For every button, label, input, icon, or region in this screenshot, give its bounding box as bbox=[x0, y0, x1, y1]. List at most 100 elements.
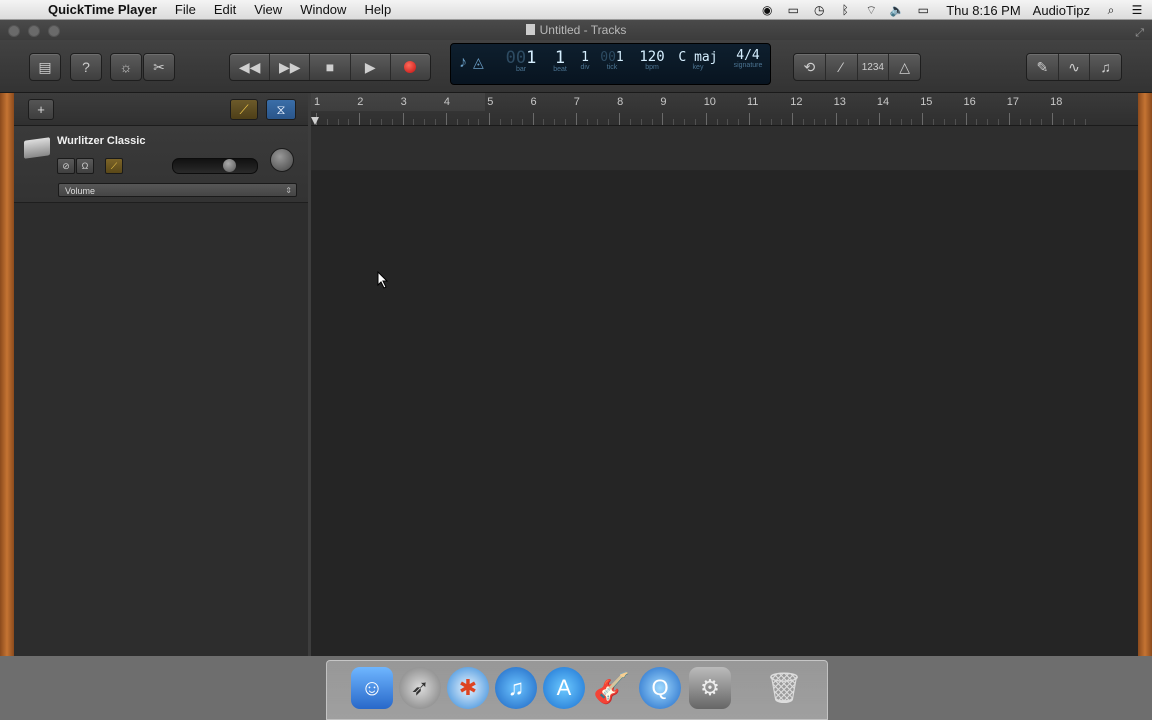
minimize-button[interactable] bbox=[28, 25, 40, 37]
menu-view[interactable]: View bbox=[254, 2, 282, 17]
ruler-tick bbox=[326, 119, 328, 125]
tuner-icon: ◬ bbox=[473, 54, 484, 70]
flex-toggle-button[interactable]: ⧖ bbox=[266, 99, 296, 120]
garageband-icon[interactable]: 🎸 bbox=[591, 667, 633, 709]
control-bar: ▤ ? ☼ ✂ ◀◀ ▶▶ ■ ▶ ♪ ◬ 001 bar 1 beat 1 div … bbox=[0, 40, 1152, 93]
track-automation-icon: ⟋ bbox=[110, 160, 118, 171]
itunes-icon[interactable]: ♫ bbox=[495, 667, 537, 709]
document-icon bbox=[525, 24, 535, 35]
smart-controls-button[interactable]: ☼ bbox=[110, 53, 142, 81]
finder-icon[interactable]: ☺ bbox=[351, 667, 393, 709]
airplay-icon[interactable]: ▭ bbox=[782, 0, 804, 20]
title-bar: Untitled - Tracks ⤢ bbox=[0, 20, 1152, 40]
spotlight-icon[interactable]: ⌕ bbox=[1100, 0, 1122, 20]
safari-icon[interactable]: ✱ bbox=[447, 667, 489, 709]
add-track-button[interactable]: + bbox=[28, 99, 54, 120]
time-machine-icon[interactable]: ◷ bbox=[808, 0, 830, 20]
garageband-window: Untitled - Tracks ⤢ ▤ ? ☼ ✂ ◀◀ ▶▶ ■ ▶ ♪ … bbox=[0, 20, 1152, 656]
bar-number: 13 bbox=[833, 96, 846, 108]
playhead-marker[interactable] bbox=[311, 117, 319, 125]
media-browser-button[interactable]: ♫ bbox=[1090, 54, 1121, 80]
ruler-tick bbox=[1084, 119, 1086, 125]
ruler-tick bbox=[348, 119, 350, 125]
fast-forward-button[interactable]: ▶▶ bbox=[270, 54, 311, 80]
empty-track-area[interactable] bbox=[311, 171, 1138, 656]
app-store-icon[interactable]: A bbox=[543, 667, 585, 709]
stop-button[interactable]: ■ bbox=[310, 54, 351, 80]
mute-button[interactable]: ⊘ bbox=[57, 158, 75, 174]
ruler-tick bbox=[1052, 113, 1054, 125]
volume-icon[interactable]: 🔈 bbox=[886, 0, 908, 20]
track-header[interactable]: Wurlitzer Classic ⊘ Ω ⟋ Volume ⇕ bbox=[14, 126, 308, 203]
metronome-button[interactable]: △ bbox=[889, 54, 920, 80]
count-in-button[interactable]: 1234 bbox=[858, 54, 890, 80]
ruler-tick bbox=[846, 119, 848, 125]
ruler-tick bbox=[1019, 119, 1021, 125]
lcd-tick: 001 tick bbox=[600, 50, 624, 71]
loop-browser-button[interactable]: ∿ bbox=[1059, 54, 1091, 80]
record-button[interactable] bbox=[391, 54, 430, 80]
loop-icon: ∿ bbox=[1068, 58, 1080, 75]
bar-number: 8 bbox=[617, 96, 624, 108]
solo-button[interactable]: Ω bbox=[76, 158, 94, 174]
system-preferences-icon[interactable]: ⚙ bbox=[689, 667, 731, 709]
electric-piano-icon bbox=[24, 137, 50, 159]
track-name[interactable]: Wurlitzer Classic bbox=[57, 135, 145, 147]
automation-parameter-select[interactable]: Volume ⇕ bbox=[58, 183, 297, 197]
app-menu: QuickTime Player File Edit View Window H… bbox=[48, 2, 409, 17]
window-controls bbox=[8, 25, 60, 37]
ruler-tick bbox=[727, 119, 729, 125]
launchpad-icon[interactable]: ➶ bbox=[399, 667, 441, 709]
library-button[interactable]: ▤ bbox=[29, 53, 61, 81]
quick-help-button[interactable]: ? bbox=[70, 53, 102, 81]
ruler-tick bbox=[900, 119, 902, 125]
track-automation-button[interactable]: ⟋ bbox=[105, 158, 123, 174]
wood-side-right bbox=[1138, 93, 1152, 656]
ruler-tick bbox=[759, 119, 761, 125]
wifi-icon[interactable]: ⌔ bbox=[860, 0, 882, 20]
ruler-tick bbox=[445, 113, 447, 125]
count-in-label: 1234 bbox=[861, 61, 884, 73]
pan-knob[interactable] bbox=[270, 148, 294, 172]
record-status-icon[interactable]: ◉ bbox=[756, 0, 778, 20]
mute-icon: ⊘ bbox=[62, 160, 70, 171]
ruler-tick bbox=[824, 119, 826, 125]
menu-window[interactable]: Window bbox=[300, 2, 346, 17]
rewind-button[interactable]: ◀◀ bbox=[230, 54, 271, 80]
notification-center-icon[interactable]: ☰ bbox=[1126, 0, 1148, 20]
play-button[interactable]: ▶ bbox=[351, 54, 391, 80]
cycle-button[interactable]: ⟲ bbox=[794, 54, 826, 80]
ruler-tick bbox=[911, 119, 913, 125]
trash-icon[interactable]: 🗑 bbox=[763, 667, 805, 709]
cycle-region[interactable] bbox=[311, 93, 485, 111]
editors-button[interactable]: ✂ bbox=[143, 53, 175, 81]
ruler-tick bbox=[835, 113, 837, 125]
menu-file[interactable]: File bbox=[175, 2, 196, 17]
automation-toggle-button[interactable]: ⟋ bbox=[230, 99, 258, 120]
ruler-tick bbox=[597, 119, 599, 125]
bluetooth-icon[interactable]: ᛒ bbox=[834, 0, 856, 20]
ruler-tick bbox=[370, 119, 372, 125]
zoom-button[interactable] bbox=[48, 25, 60, 37]
tuner-button[interactable]: ⁄ bbox=[826, 54, 858, 80]
close-button[interactable] bbox=[8, 25, 20, 37]
ruler-tick bbox=[878, 113, 880, 125]
track-lane[interactable] bbox=[311, 126, 1138, 171]
volume-slider-thumb[interactable] bbox=[223, 159, 236, 172]
play-icon: ▶ bbox=[364, 58, 376, 75]
bar-number: 16 bbox=[963, 96, 976, 108]
menu-app-name[interactable]: QuickTime Player bbox=[48, 2, 157, 17]
battery-icon[interactable]: ▭ bbox=[912, 0, 934, 20]
menu-clock[interactable]: Thu 8:16 PM bbox=[946, 3, 1020, 18]
menu-help[interactable]: Help bbox=[364, 2, 391, 17]
timeline-ruler[interactable]: 1 2 3 4 5 6 7 8 9 10 11 12 13 14 15 16 17 18 bbox=[311, 93, 1138, 126]
rewind-icon: ◀◀ bbox=[238, 58, 261, 75]
menu-edit[interactable]: Edit bbox=[214, 2, 236, 17]
record-icon bbox=[404, 61, 417, 73]
volume-slider[interactable] bbox=[172, 158, 258, 174]
lcd-display[interactable]: ♪ ◬ 001 bar 1 beat 1 div 001 tick 120 bpm C m… bbox=[450, 43, 771, 85]
menu-user[interactable]: AudioTipz bbox=[1033, 3, 1090, 18]
notepad-button[interactable]: ✎ bbox=[1027, 54, 1059, 80]
metronome-note-icon: ♪ bbox=[459, 54, 467, 71]
quicktime-icon[interactable]: Q bbox=[639, 667, 681, 709]
